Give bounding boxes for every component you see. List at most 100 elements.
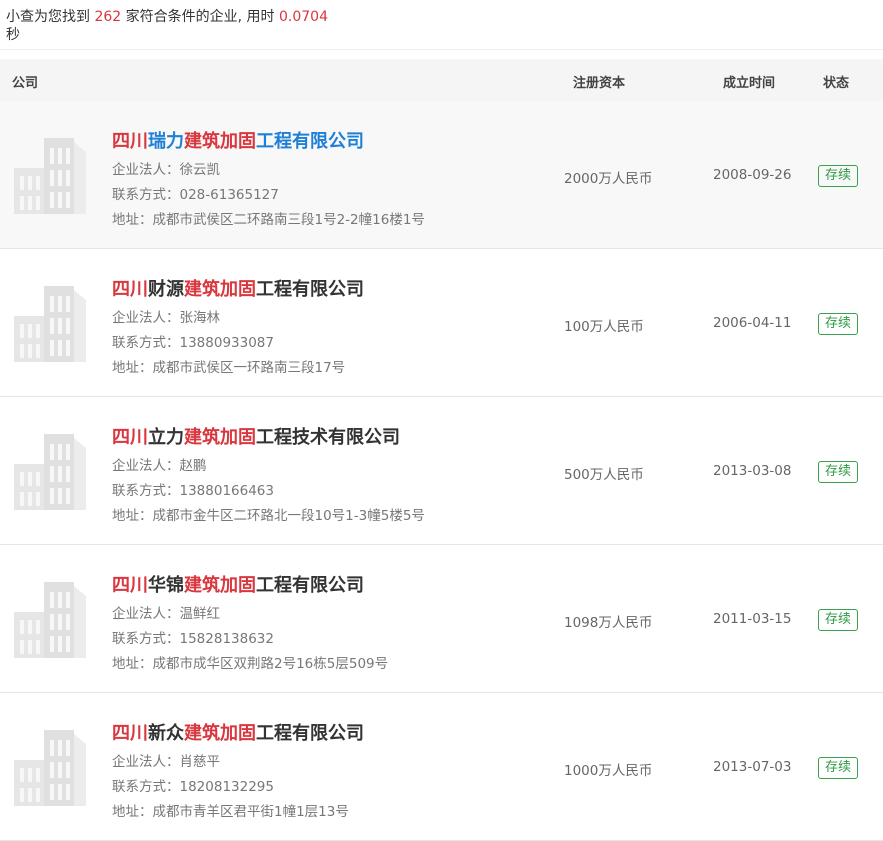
address-info: 地址：成都市武侯区一环路南三段17号 <box>112 356 345 376</box>
address-value: 成都市武侯区一环路南三段17号 <box>152 360 346 376</box>
header-capital[interactable]: 注册资本 <box>573 72 625 91</box>
table-header: 公司 注册资本 成立时间 状态 <box>0 59 883 101</box>
registered-capital: 100万人民币 <box>564 319 644 335</box>
legal-label: 企业法人： <box>112 162 180 178</box>
contact-value: 028-61365127 <box>179 187 279 203</box>
contact-info: 联系方式：15828138632 <box>112 627 274 647</box>
legal-value[interactable]: 肖慈平 <box>180 754 221 770</box>
name-brand: 财源 <box>148 279 184 300</box>
status-badge: 存续 <box>818 461 859 483</box>
name-keyword: 建筑加固 <box>184 575 256 596</box>
contact-label: 联系方式： <box>112 483 180 499</box>
search-time: 0.0704 <box>279 9 328 25</box>
name-keyword: 建筑加固 <box>184 279 256 300</box>
address-label: 地址： <box>112 360 153 376</box>
contact-info: 联系方式：18208132295 <box>112 775 274 795</box>
contact-value: 15828138632 <box>179 631 274 647</box>
company-row[interactable]: 四川立力建筑加固工程技术有限公司 企业法人：赵鹏 联系方式：1388016646… <box>0 397 883 545</box>
name-region: 四川 <box>112 575 148 596</box>
building-icon <box>12 134 92 214</box>
registered-capital: 1098万人民币 <box>564 615 653 631</box>
registered-capital: 500万人民币 <box>564 467 644 483</box>
header-founded[interactable]: 成立时间 <box>723 72 775 91</box>
address-value: 成都市成华区双荆路2号16栋5层509号 <box>152 656 389 672</box>
company-row[interactable]: 四川财源建筑加固工程有限公司 企业法人：张海林 联系方式：13880933087… <box>0 249 883 397</box>
name-suffix: 工程有限公司 <box>256 723 364 744</box>
name-brand: 华锦 <box>148 575 184 596</box>
summary-middle: 家符合条件的企业, 用时 <box>125 9 275 25</box>
legal-value[interactable]: 徐云凯 <box>180 162 221 178</box>
company-row[interactable]: 四川华锦建筑加固工程有限公司 企业法人：温鲜红 联系方式：15828138632… <box>0 545 883 693</box>
contact-value: 13880166463 <box>179 483 274 499</box>
registered-capital: 1000万人民币 <box>564 763 653 779</box>
address-value: 成都市青羊区君平街1幢1层13号 <box>152 804 349 820</box>
summary-prefix: 小查为您找到 <box>6 9 90 25</box>
name-keyword: 建筑加固 <box>184 131 256 152</box>
contact-value: 13880933087 <box>179 335 274 351</box>
status-badge: 存续 <box>818 757 859 779</box>
status-badge: 存续 <box>818 165 859 187</box>
address-value: 成都市武侯区二环路南三段1号2-2幢16楼1号 <box>152 212 425 228</box>
contact-label: 联系方式： <box>112 779 180 795</box>
company-name-link[interactable]: 四川立力建筑加固工程技术有限公司 <box>112 423 400 449</box>
building-icon <box>12 282 92 362</box>
address-info: 地址：成都市青羊区君平街1幢1层13号 <box>112 800 349 820</box>
address-label: 地址： <box>112 656 153 672</box>
company-name-link[interactable]: 四川新众建筑加固工程有限公司 <box>112 719 364 745</box>
legal-label: 企业法人： <box>112 606 180 622</box>
legal-value[interactable]: 张海林 <box>180 310 221 326</box>
legal-label: 企业法人： <box>112 754 180 770</box>
name-brand: 新众 <box>148 723 184 744</box>
result-summary: 小查为您找到 262 家符合条件的企业, 用时 0.0704 秒 <box>0 0 883 50</box>
company-name-link[interactable]: 四川财源建筑加固工程有限公司 <box>112 275 364 301</box>
name-brand: 瑞力 <box>148 131 184 152</box>
name-region: 四川 <box>112 723 148 744</box>
legal-label: 企业法人： <box>112 310 180 326</box>
header-status: 状态 <box>823 76 850 91</box>
contact-value: 18208132295 <box>179 779 274 795</box>
result-count: 262 <box>94 9 122 25</box>
status-badge: 存续 <box>818 313 859 335</box>
legal-person: 企业法人：肖慈平 <box>112 750 220 770</box>
legal-label: 企业法人： <box>112 458 180 474</box>
name-keyword: 建筑加固 <box>184 427 256 448</box>
company-row[interactable]: 四川瑞力建筑加固工程有限公司 企业法人：徐云凯 联系方式：028-6136512… <box>0 101 883 249</box>
contact-info: 联系方式：13880933087 <box>112 331 274 351</box>
header-company: 公司 <box>12 76 39 91</box>
name-region: 四川 <box>112 427 148 448</box>
contact-label: 联系方式： <box>112 335 180 351</box>
building-icon <box>12 430 92 510</box>
company-row[interactable]: 四川新众建筑加固工程有限公司 企业法人：肖慈平 联系方式：18208132295… <box>0 693 883 841</box>
name-suffix: 工程技术有限公司 <box>256 427 400 448</box>
legal-person: 企业法人：赵鹏 <box>112 454 207 474</box>
legal-value[interactable]: 赵鹏 <box>180 458 207 474</box>
name-region: 四川 <box>112 279 148 300</box>
legal-value[interactable]: 温鲜红 <box>180 606 221 622</box>
status-badge: 存续 <box>818 609 859 631</box>
name-brand: 立力 <box>148 427 184 448</box>
address-info: 地址：成都市金牛区二环路北一段10号1-3幢5楼5号 <box>112 504 425 524</box>
contact-info: 联系方式：028-61365127 <box>112 183 279 203</box>
contact-label: 联系方式： <box>112 187 180 203</box>
legal-person: 企业法人：张海林 <box>112 306 220 326</box>
name-suffix: 工程有限公司 <box>256 575 364 596</box>
contact-label: 联系方式： <box>112 631 180 647</box>
name-region: 四川 <box>112 131 148 152</box>
contact-info: 联系方式：13880166463 <box>112 479 274 499</box>
founded-date: 2011-03-15 <box>713 611 792 627</box>
time-unit: 秒 <box>6 27 20 43</box>
legal-person: 企业法人：徐云凯 <box>112 158 220 178</box>
founded-date: 2013-03-08 <box>713 463 792 479</box>
address-info: 地址：成都市成华区双荆路2号16栋5层509号 <box>112 652 388 672</box>
name-suffix: 工程有限公司 <box>256 131 364 152</box>
legal-person: 企业法人：温鲜红 <box>112 602 220 622</box>
company-name-link[interactable]: 四川华锦建筑加固工程有限公司 <box>112 571 364 597</box>
name-keyword: 建筑加固 <box>184 723 256 744</box>
address-value: 成都市金牛区二环路北一段10号1-3幢5楼5号 <box>152 508 425 524</box>
address-info: 地址：成都市武侯区二环路南三段1号2-2幢16楼1号 <box>112 208 425 228</box>
address-label: 地址： <box>112 508 153 524</box>
building-icon <box>12 578 92 658</box>
address-label: 地址： <box>112 804 153 820</box>
company-name-link[interactable]: 四川瑞力建筑加固工程有限公司 <box>112 127 364 153</box>
registered-capital: 2000万人民币 <box>564 171 653 187</box>
